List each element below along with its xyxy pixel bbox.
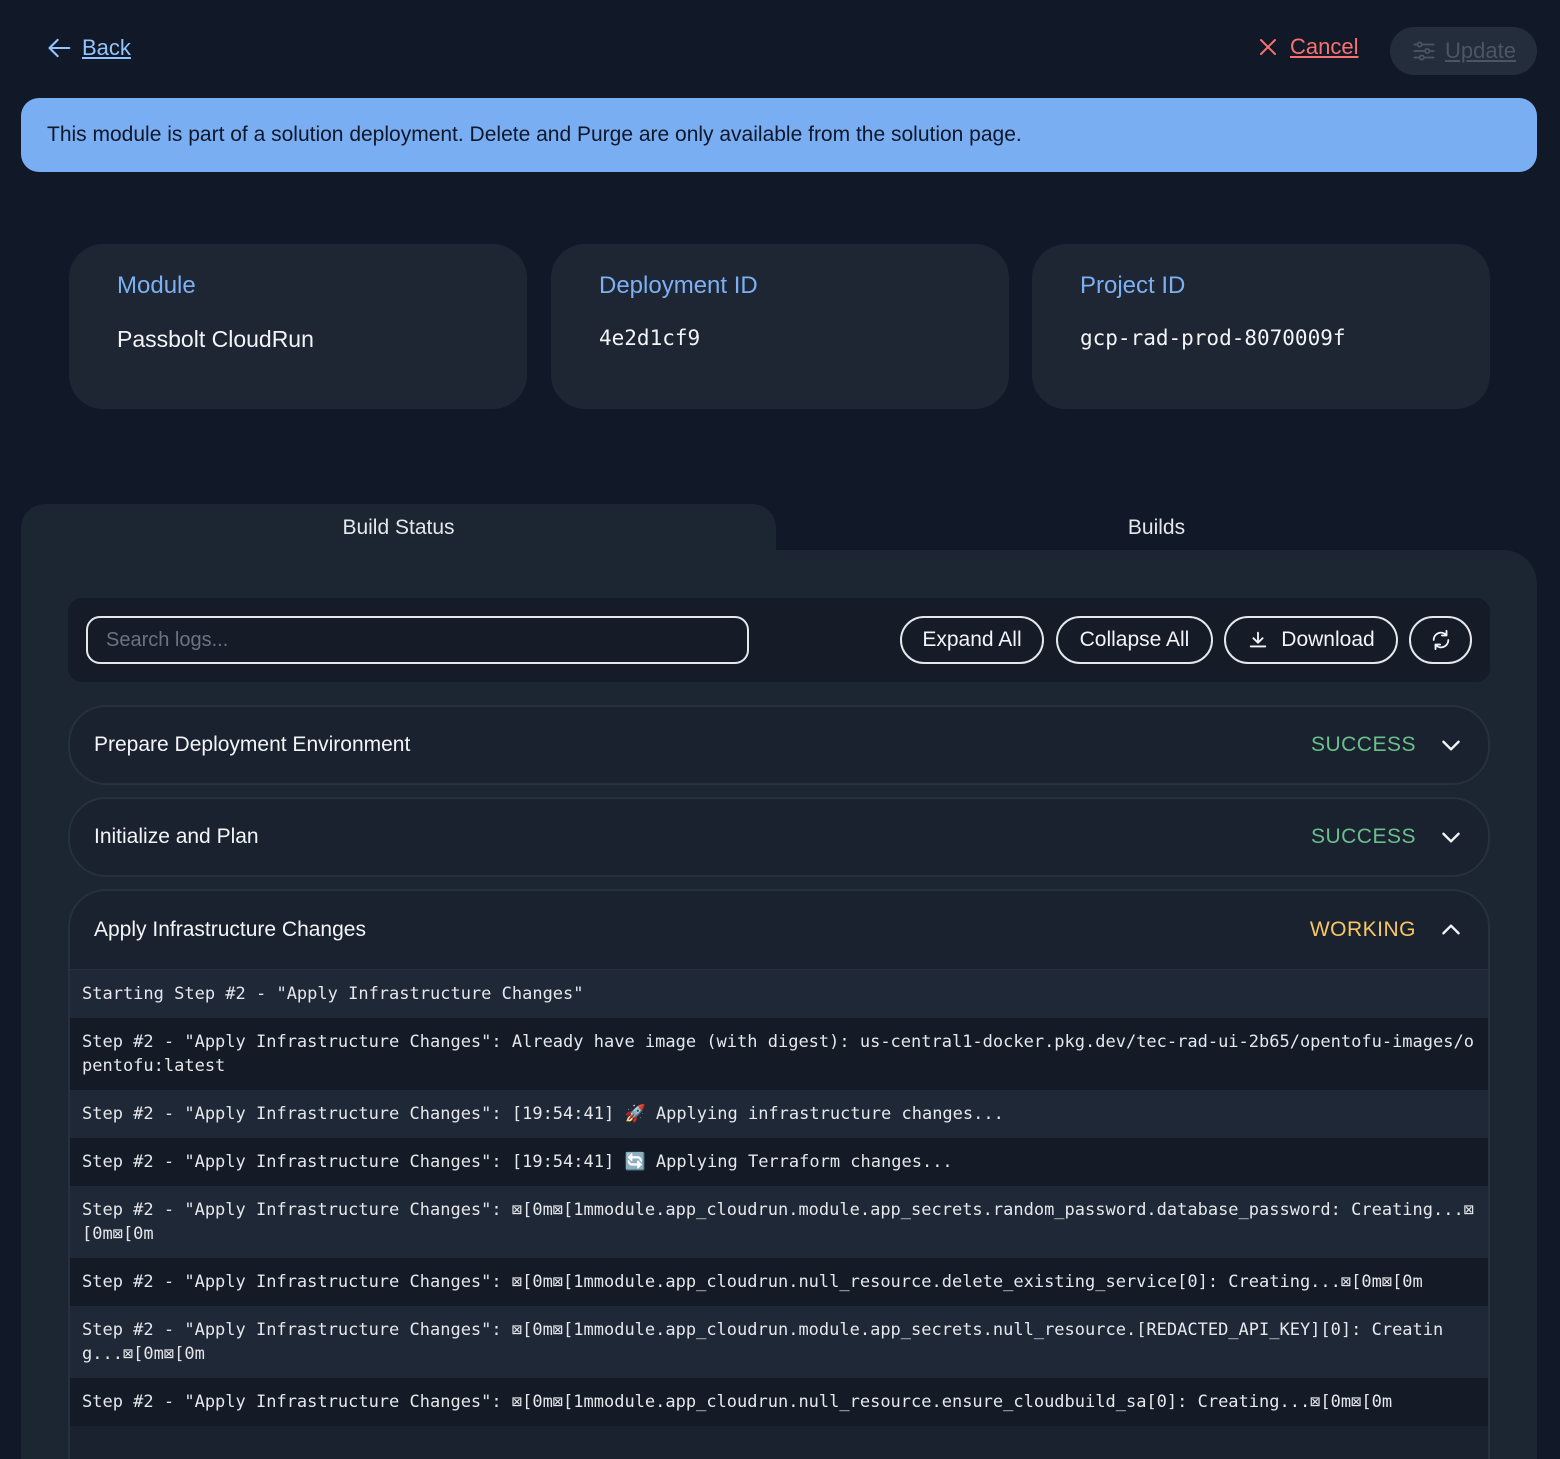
sliders-icon	[1413, 41, 1435, 61]
project-id-card: Project ID gcp-rad-prod-8070009f	[1032, 244, 1490, 409]
step-title: Apply Infrastructure Changes	[94, 918, 366, 941]
status-badge: SUCCESS	[1310, 733, 1416, 756]
build-step[interactable]: Apply Infrastructure Changes WORKING Sta…	[68, 889, 1490, 1459]
step-title: Prepare Deployment Environment	[94, 733, 411, 756]
log-line: Step #2 - "Apply Infrastructure Changes"…	[70, 1186, 1488, 1258]
deployment-id-card: Deployment ID 4e2d1cf9	[551, 244, 1009, 409]
log-line: Step #2 - "Apply Infrastructure Changes"…	[70, 1306, 1488, 1378]
status-badge: SUCCESS	[1310, 825, 1416, 848]
cancel-label: Cancel	[1290, 34, 1359, 59]
info-banner: This module is part of a solution deploy…	[21, 98, 1537, 172]
refresh-button[interactable]	[1409, 616, 1472, 664]
log-line: Starting Step #2 - "Apply Infrastructure…	[70, 970, 1488, 1018]
log-toolbar: Expand All Collapse All Download	[68, 598, 1490, 682]
deployment-id-value: 4e2d1cf9	[599, 326, 701, 350]
cancel-button[interactable]: Cancel	[1256, 34, 1358, 60]
tab-bar: Build Status Builds	[21, 504, 1537, 552]
chevron-down-icon[interactable]	[1438, 732, 1464, 758]
arrow-left-icon	[48, 38, 71, 58]
status-badge: WORKING	[1309, 918, 1416, 941]
update-label: Update	[1445, 38, 1516, 63]
expand-all-label: Expand All	[922, 628, 1022, 651]
tab-builds[interactable]: Builds	[776, 504, 1537, 552]
step-title: Initialize and Plan	[94, 825, 259, 848]
deployment-id-label: Deployment ID	[599, 272, 758, 299]
chevron-up-icon[interactable]	[1438, 917, 1464, 943]
project-id-value: gcp-rad-prod-8070009f	[1080, 326, 1346, 350]
step-header[interactable]: Initialize and Plan SUCCESS	[70, 799, 1488, 875]
download-button[interactable]: Download	[1224, 616, 1398, 664]
update-button[interactable]: Update	[1390, 27, 1537, 75]
close-icon	[1260, 39, 1276, 55]
log-line: Step #2 - "Apply Infrastructure Changes"…	[70, 1018, 1488, 1090]
step-header[interactable]: Prepare Deployment Environment SUCCESS	[70, 707, 1488, 783]
build-step[interactable]: Prepare Deployment Environment SUCCESS	[68, 705, 1490, 785]
download-icon	[1250, 631, 1267, 648]
log-line: Step #2 - "Apply Infrastructure Changes"…	[70, 1138, 1488, 1186]
log-line: Step #2 - "Apply Infrastructure Changes"…	[70, 1090, 1488, 1138]
log-line: Step #2 - "Apply Infrastructure Changes"…	[70, 1258, 1488, 1306]
chevron-down-icon[interactable]	[1438, 824, 1464, 850]
collapse-all-label: Collapse All	[1079, 628, 1190, 651]
module-value: Passbolt CloudRun	[117, 326, 314, 352]
tab-build-status[interactable]: Build Status	[21, 504, 776, 552]
tab-build-status-label: Build Status	[342, 516, 455, 539]
info-banner-text: This module is part of a solution deploy…	[47, 123, 1022, 146]
log-line: Step #2 - "Apply Infrastructure Changes"…	[70, 1378, 1488, 1426]
tab-builds-label: Builds	[1127, 516, 1186, 539]
build-status-panel: Expand All Collapse All Download Prepare…	[21, 550, 1537, 1459]
log-list: Starting Step #2 - "Apply Infrastructure…	[70, 969, 1488, 1426]
collapse-all-button[interactable]: Collapse All	[1056, 616, 1213, 664]
build-step[interactable]: Initialize and Plan SUCCESS	[68, 797, 1490, 877]
module-card: Module Passbolt CloudRun	[69, 244, 527, 409]
refresh-icon	[1432, 629, 1449, 651]
step-header[interactable]: Apply Infrastructure Changes WORKING	[70, 891, 1488, 969]
project-id-label: Project ID	[1080, 272, 1186, 299]
back-label: Back	[82, 35, 131, 60]
expand-all-button[interactable]: Expand All	[900, 616, 1044, 664]
back-link[interactable]: Back	[46, 34, 131, 62]
top-bar: Back Cancel Update	[0, 0, 1560, 100]
search-logs-input[interactable]	[86, 616, 749, 664]
module-label: Module	[117, 272, 196, 299]
download-label: Download	[1281, 628, 1375, 651]
